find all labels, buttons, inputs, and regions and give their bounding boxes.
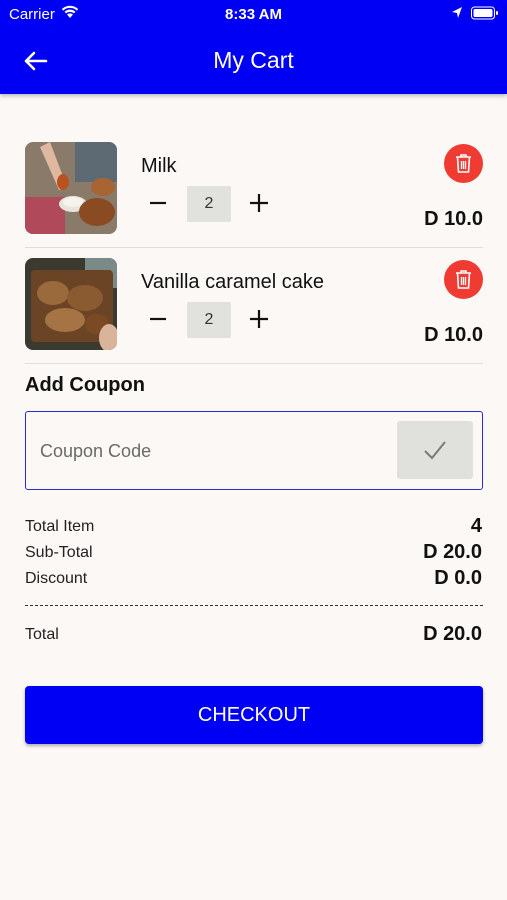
total-item-value: 4 [470,515,482,537]
minus-icon [150,317,166,321]
coupon-field-container [25,411,483,490]
checkmark-icon [424,441,446,460]
quantity-value: 2 [187,186,231,222]
minus-icon [150,201,166,205]
subtotal-value: D 20.0 [423,541,482,563]
quantity-value: 2 [187,302,231,338]
item-price: D 10.0 [424,324,483,346]
app-header: Carrier 8:33 AM My Cart [0,0,507,94]
product-thumbnail [25,258,117,350]
total-value: D 20.0 [423,623,482,645]
discount-value: D 0.0 [434,567,482,589]
status-bar: Carrier 8:33 AM [0,0,507,28]
increase-quantity-button[interactable] [247,305,271,333]
coupon-title: Add Coupon [25,374,145,396]
decrease-quantity-button[interactable] [146,191,170,215]
decrease-quantity-button[interactable] [146,307,170,331]
plus-icon [250,310,268,328]
delete-item-button[interactable] [444,260,483,299]
apply-coupon-button[interactable] [397,421,473,479]
item-name: Vanilla caramel cake [141,271,325,293]
total-label: Total [25,626,59,643]
battery-icon [471,6,499,24]
trash-icon [456,270,471,289]
plus-icon [250,194,268,212]
status-time: 8:33 AM [225,6,282,23]
cart-item: Vanilla caramel cake 2 D 10.0 [25,247,483,364]
product-thumbnail [25,142,117,234]
increase-quantity-button[interactable] [247,189,271,217]
discount-label: Discount [25,570,88,587]
item-name: Milk [141,155,177,177]
checkout-button[interactable]: CHECKOUT [25,686,483,744]
trash-icon [456,154,471,173]
total-item-label: Total Item [25,518,95,535]
delete-item-button[interactable] [444,144,483,183]
cart-item: Milk 2 D 10.0 [25,131,483,248]
item-price: D 10.0 [424,208,483,230]
summary-divider [25,605,483,606]
subtotal-label: Sub-Total [25,544,93,561]
coupon-code-input[interactable] [38,436,382,466]
page-title: My Cart [213,47,294,73]
location-arrow-icon [451,6,463,24]
